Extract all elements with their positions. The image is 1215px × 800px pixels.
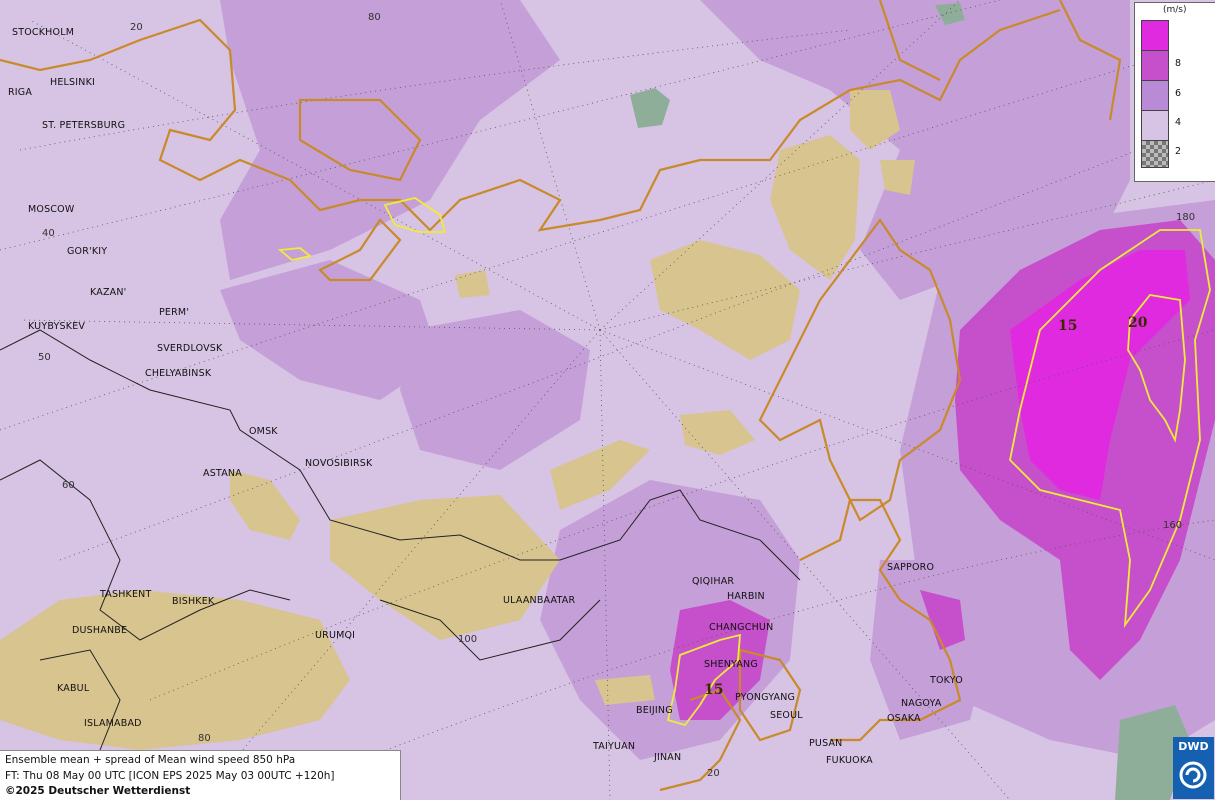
city-label: TOKYO <box>930 675 963 686</box>
city-label: MOSCOW <box>28 204 75 215</box>
city-label: BISHKEK <box>172 596 215 607</box>
legend-level: 2 <box>1175 146 1182 157</box>
graticule-label: 60 <box>62 480 75 491</box>
city-label: HARBIN <box>727 591 765 602</box>
city-label: FUKUOKA <box>826 755 873 766</box>
city-label: RIGA <box>8 87 33 98</box>
contour-label: 15 <box>1058 318 1078 334</box>
city-label: ASTANA <box>203 468 242 479</box>
city-label: BEIJING <box>636 705 673 716</box>
city-label: PUSAN <box>809 738 843 749</box>
legend-swatch <box>1141 140 1169 168</box>
city-label: HELSINKI <box>50 77 96 88</box>
legend-level: 8 <box>1175 58 1182 69</box>
city-label: KUYBYSKEV <box>28 321 86 332</box>
city-label: JINAN <box>654 752 682 763</box>
caption-forecast-time: FT: Thu 08 May 00 UTC [ICON EPS 2025 May… <box>5 770 335 782</box>
graticule-label: 50 <box>38 352 51 363</box>
graticule-label: 40 <box>42 228 55 239</box>
swirl-icon <box>1179 761 1207 789</box>
graticule-label: 160 <box>1163 520 1183 531</box>
city-label: SHENYANG <box>704 659 758 670</box>
graticule-label: 80 <box>198 733 211 744</box>
city-label: TAIYUAN <box>593 741 636 752</box>
city-label: ULAANBAATAR <box>503 595 576 606</box>
city-label: OSAKA <box>887 713 921 724</box>
caption-title: Ensemble mean + spread of Mean wind spee… <box>5 754 296 766</box>
wind-speed-field <box>220 0 1215 760</box>
map-canvas <box>0 0 1215 800</box>
caption-box: Ensemble mean + spread of Mean wind spee… <box>0 750 401 800</box>
city-label: ISLAMABAD <box>84 718 142 729</box>
city-label: GOR'KIY <box>67 246 108 257</box>
graticule-label: 100 <box>458 634 478 645</box>
legend-swatch <box>1141 80 1169 111</box>
city-label: KABUL <box>57 683 90 694</box>
city-label: PERM' <box>159 307 190 318</box>
legend-level: 6 <box>1175 88 1182 99</box>
graticule-label: 20 <box>130 22 143 33</box>
city-label: SAPPORO <box>887 562 935 573</box>
spread-area-north <box>220 0 560 280</box>
city-label: CHELYABINSK <box>145 368 212 379</box>
city-label: SEOUL <box>770 710 803 721</box>
city-label: NOVOSIBIRSK <box>305 458 373 469</box>
color-legend: (m/s) 8 6 4 2 <box>1134 2 1215 182</box>
city-label: CHANGCHUN <box>709 622 774 633</box>
legend-unit: (m/s) <box>1163 5 1187 15</box>
city-label: SVERDLOVSK <box>157 343 223 354</box>
city-label: PYONGYANG <box>735 692 796 703</box>
city-label: DUSHANBE <box>72 625 128 636</box>
city-label: OMSK <box>249 426 278 437</box>
graticule-label: 20 <box>707 768 720 779</box>
weather-map: 20 80 40 50 60 100 80 20 180 160 15 20 1… <box>0 0 1215 800</box>
legend-level: 4 <box>1175 117 1182 128</box>
legend-swatch <box>1141 50 1169 81</box>
city-label: URUMQI <box>315 630 356 641</box>
city-label: ST. PETERSBURG <box>42 120 126 131</box>
graticule-label: 180 <box>1176 212 1196 223</box>
city-label: NAGOYA <box>901 698 942 709</box>
graticule-label: 80 <box>368 12 381 23</box>
caption-copyright: ©2025 Deutscher Wetterdienst <box>5 785 191 797</box>
city-label: TASHKENT <box>100 589 152 600</box>
city-label: QIQIHAR <box>692 576 735 587</box>
legend-swatch <box>1141 110 1169 141</box>
city-label: KAZAN' <box>90 287 127 298</box>
spread-area-central <box>400 310 590 470</box>
contour-label: 15 <box>704 682 724 698</box>
contour-label: 20 <box>1128 315 1148 331</box>
legend-swatch <box>1141 20 1169 51</box>
city-label: STOCKHOLM <box>12 27 75 38</box>
dwd-logo: DWD <box>1173 737 1214 799</box>
